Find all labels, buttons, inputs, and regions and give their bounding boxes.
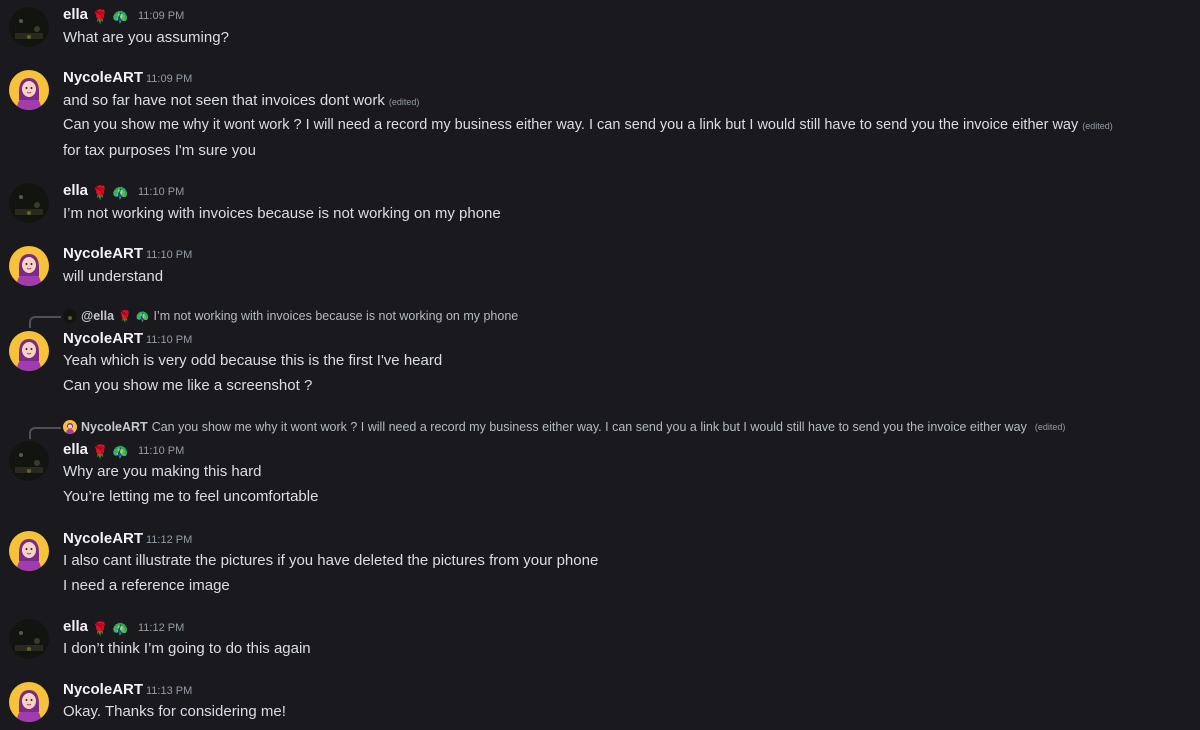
author-name[interactable]: ella 🌹 🦚 xyxy=(63,6,128,25)
peacock-icon: 🦚 xyxy=(112,444,129,459)
timestamp: 11:10 PM xyxy=(146,334,193,346)
author-name[interactable]: NycoleART xyxy=(63,245,143,262)
timestamp: 11:10 PM xyxy=(138,186,185,198)
reply-author: NycoleART xyxy=(81,420,148,434)
peacock-icon: 🦚 xyxy=(135,310,150,323)
edited-tag: (edited) xyxy=(1034,422,1066,432)
author-name[interactable]: NycoleART xyxy=(63,69,143,86)
message-text: You’re letting me to feel uncomfortable xyxy=(63,488,319,505)
peacock-icon: 🦚 xyxy=(112,185,129,200)
message-text: will understand xyxy=(63,268,164,285)
ella-avatar[interactable] xyxy=(9,183,49,223)
rose-icon: 🌹 xyxy=(92,621,109,636)
nycole-avatar[interactable] xyxy=(9,70,49,110)
timestamp: 11:09 PM xyxy=(146,73,193,85)
timestamp: 11:10 PM xyxy=(146,249,193,261)
timestamp: 11:10 PM xyxy=(138,445,185,457)
ella-mini-avatar xyxy=(63,309,77,323)
rose-icon: 🌹 xyxy=(92,444,109,459)
peacock-icon: 🦚 xyxy=(112,621,129,636)
message-text: Okay. Thanks for considering me! xyxy=(63,703,286,720)
author-name[interactable]: NycoleART xyxy=(63,681,143,698)
timestamp: 11:12 PM xyxy=(138,622,185,634)
reply-author: @ella xyxy=(81,309,115,323)
author-name[interactable]: ella 🌹 🦚 xyxy=(63,441,128,460)
nycole-avatar[interactable] xyxy=(9,246,49,286)
author-name[interactable]: NycoleART xyxy=(63,530,143,547)
nycole-avatar[interactable] xyxy=(9,682,49,722)
author-name[interactable]: ella 🌹 🦚 xyxy=(63,618,128,637)
message-text: I don’t think I’m going to do this again xyxy=(63,640,311,657)
message-text: for tax purposes I'm sure you xyxy=(63,142,256,159)
reply-text: Can you show me why it wont work ? I wil… xyxy=(151,420,1027,434)
rose-icon: 🌹 xyxy=(92,9,109,24)
ella-avatar[interactable] xyxy=(9,619,49,659)
reply-preview[interactable]: @ella 🌹 🦚 I’m not working with invoices … xyxy=(63,309,518,323)
author-name[interactable]: NycoleART xyxy=(63,330,143,347)
reply-spine xyxy=(29,427,61,439)
message-text: I’m not working with invoices because is… xyxy=(63,205,501,222)
author-name[interactable]: ella 🌹 🦚 xyxy=(63,182,128,201)
message-text: What are you assuming? xyxy=(63,29,229,46)
message-text: I need a reference image xyxy=(63,577,230,594)
rose-icon: 🌹 xyxy=(92,185,109,200)
timestamp: 11:13 PM xyxy=(146,685,193,697)
peacock-icon: 🦚 xyxy=(112,9,129,24)
reply-preview[interactable]: NycoleART Can you show me why it wont wo… xyxy=(63,420,1065,434)
message-text: and so far have not seen that invoices d… xyxy=(63,92,420,109)
nycole-avatar[interactable] xyxy=(9,331,49,371)
message-text: Why are you making this hard xyxy=(63,463,262,480)
nycole-mini-avatar xyxy=(63,420,77,434)
message-text: Yeah which is very odd because this is t… xyxy=(63,352,443,369)
message-text: Can you show me like a screenshot ? xyxy=(63,377,313,394)
ella-avatar[interactable] xyxy=(9,441,49,481)
nycole-avatar[interactable] xyxy=(9,531,49,571)
edited-tag: (edited) xyxy=(1082,121,1113,131)
message-text: Can you show me why it wont work ? I wil… xyxy=(63,117,1113,133)
reply-spine xyxy=(29,316,61,328)
message-text: I also cant illustrate the pictures if y… xyxy=(63,552,599,569)
timestamp: 11:12 PM xyxy=(146,534,193,546)
edited-tag: (edited) xyxy=(388,97,420,107)
reply-text: I’m not working with invoices because is… xyxy=(153,309,519,323)
rose-icon: 🌹 xyxy=(118,310,132,323)
ella-avatar[interactable] xyxy=(9,7,49,47)
timestamp: 11:09 PM xyxy=(138,10,185,22)
